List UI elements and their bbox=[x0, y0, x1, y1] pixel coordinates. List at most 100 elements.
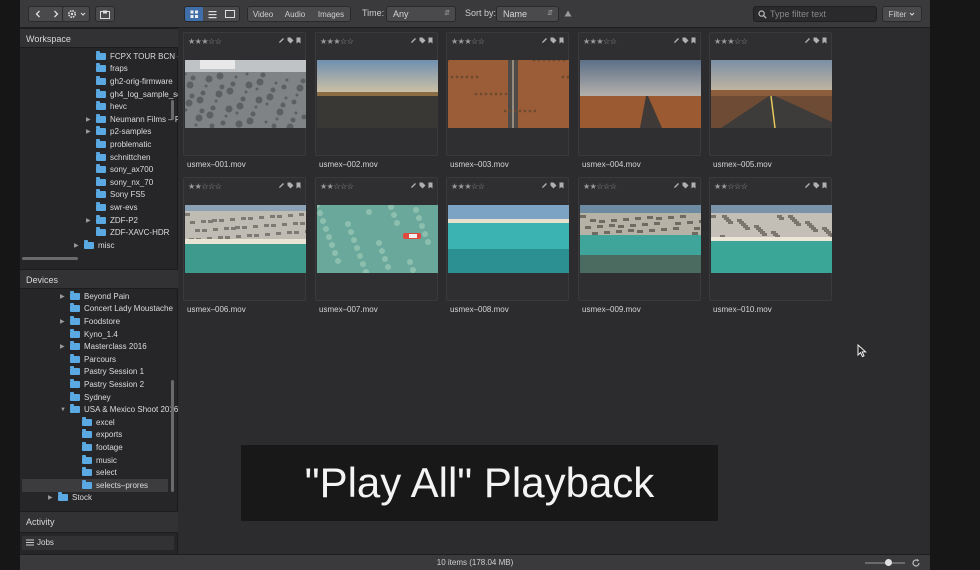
devices-scrollbar[interactable] bbox=[171, 380, 174, 492]
disclosure-collapsed-icon[interactable]: ▶ bbox=[86, 128, 96, 135]
time-select[interactable]: Any ⇵ bbox=[386, 6, 456, 22]
marker-icon[interactable] bbox=[822, 37, 827, 44]
sort-direction-icon[interactable] bbox=[564, 10, 572, 17]
pencil-icon[interactable] bbox=[541, 37, 548, 44]
tag-icon[interactable] bbox=[682, 182, 689, 189]
clip-actions[interactable] bbox=[673, 182, 696, 191]
tree-item[interactable]: exports bbox=[72, 429, 122, 442]
clip-card[interactable]: ★★★☆☆ bbox=[183, 32, 307, 156]
clip-thumbnail[interactable] bbox=[580, 60, 701, 128]
clip-actions[interactable] bbox=[278, 182, 301, 191]
star-rating[interactable]: ★★☆☆☆ bbox=[188, 182, 222, 191]
marker-icon[interactable] bbox=[559, 182, 564, 189]
marker-icon[interactable] bbox=[691, 182, 696, 189]
star-rating[interactable]: ★★☆☆☆ bbox=[583, 182, 617, 191]
clip-thumbnail[interactable] bbox=[446, 58, 570, 128]
tag-icon[interactable] bbox=[813, 182, 820, 189]
star-rating[interactable]: ★★★☆☆ bbox=[188, 37, 222, 46]
tree-item[interactable]: Pastry Session 1 bbox=[60, 366, 144, 379]
search-input[interactable]: Type filter text bbox=[753, 6, 877, 22]
clip-actions[interactable] bbox=[410, 37, 433, 46]
disclosure-collapsed-icon[interactable]: ▶ bbox=[86, 217, 96, 224]
clip-actions[interactable] bbox=[410, 182, 433, 191]
tree-item[interactable]: Pastry Session 2 bbox=[60, 378, 144, 391]
thumbnail-size-knob[interactable] bbox=[885, 559, 892, 566]
tag-icon[interactable] bbox=[419, 37, 426, 44]
tree-item[interactable]: ▶ Stock bbox=[48, 492, 92, 505]
tree-item[interactable]: ▶ Beyond Pain bbox=[60, 290, 129, 303]
tag-icon[interactable] bbox=[287, 182, 294, 189]
clip-card[interactable]: ★★☆☆☆ bbox=[578, 177, 705, 301]
marker-icon[interactable] bbox=[296, 182, 301, 189]
workspace-scrollbar[interactable] bbox=[171, 100, 174, 120]
clip-actions[interactable] bbox=[804, 37, 827, 46]
tree-item[interactable]: schnittchen bbox=[86, 151, 150, 164]
clip-thumbnail[interactable] bbox=[317, 60, 438, 128]
clip-card[interactable]: ★★★☆☆ bbox=[709, 32, 832, 156]
tree-item[interactable]: gh4_log_sample_se bbox=[86, 88, 178, 101]
clip-card[interactable]: ★★☆☆☆ bbox=[314, 177, 438, 301]
tree-item[interactable]: Sony FS5 bbox=[86, 189, 145, 202]
clip-thumbnail[interactable] bbox=[711, 60, 832, 129]
filter-button[interactable]: Filter bbox=[882, 6, 922, 22]
workspace-header[interactable]: Workspace bbox=[20, 28, 178, 48]
tree-item[interactable]: ▶ Neumann Films – Par bbox=[86, 113, 178, 126]
marker-icon[interactable] bbox=[822, 182, 827, 189]
pencil-icon[interactable] bbox=[410, 182, 417, 189]
tree-item[interactable]: Concert Lady Moustache bbox=[60, 303, 173, 316]
tag-icon[interactable] bbox=[550, 182, 557, 189]
clip-card[interactable]: ★★☆☆☆ bbox=[709, 177, 835, 301]
tree-item[interactable]: Kyno_1.4 bbox=[60, 328, 118, 341]
tree-item[interactable]: footage bbox=[72, 441, 123, 454]
filter-images-button[interactable]: Images bbox=[312, 7, 350, 21]
settings-menu-button[interactable] bbox=[62, 6, 90, 22]
devices-header[interactable]: Devices bbox=[20, 269, 178, 289]
tree-item[interactable]: ▼ USA & Mexico Shoot 2016 bbox=[60, 403, 178, 416]
disclosure-collapsed-icon[interactable]: ▶ bbox=[60, 318, 70, 325]
disclosure-collapsed-icon[interactable]: ▶ bbox=[48, 494, 58, 501]
tag-icon[interactable] bbox=[682, 37, 689, 44]
tree-item[interactable]: select bbox=[72, 466, 117, 479]
clip-card[interactable]: ★★★☆☆ bbox=[315, 32, 438, 156]
marker-icon[interactable] bbox=[296, 37, 301, 44]
marker-icon[interactable] bbox=[691, 37, 696, 44]
clip-thumbnail[interactable] bbox=[314, 202, 438, 275]
clip-thumbnail[interactable] bbox=[580, 205, 705, 273]
jobs-item[interactable]: Jobs bbox=[22, 536, 174, 550]
pencil-icon[interactable] bbox=[804, 37, 811, 44]
sort-select[interactable]: Name ⇵ bbox=[496, 6, 559, 22]
clip-thumbnail[interactable] bbox=[448, 205, 569, 273]
player-view-button[interactable] bbox=[221, 7, 239, 21]
activity-header[interactable]: Activity bbox=[20, 511, 178, 533]
marker-icon[interactable] bbox=[428, 37, 433, 44]
workspace-button[interactable] bbox=[95, 6, 115, 22]
tree-item[interactable]: sony_nx_70 bbox=[86, 176, 153, 189]
tree-item[interactable]: Sydney bbox=[60, 391, 111, 404]
star-rating[interactable]: ★★★☆☆ bbox=[320, 37, 354, 46]
disclosure-expanded-icon[interactable]: ▼ bbox=[60, 407, 70, 413]
clip-actions[interactable] bbox=[541, 182, 564, 191]
tree-item[interactable]: sony_ax700 bbox=[86, 163, 153, 176]
back-button[interactable] bbox=[29, 7, 47, 21]
tree-item[interactable]: ZDF-XAVC-HDR bbox=[86, 226, 169, 239]
tree-item[interactable]: Parcours bbox=[60, 353, 116, 366]
pencil-icon[interactable] bbox=[410, 37, 417, 44]
tree-item[interactable]: ▶ misc bbox=[74, 239, 114, 252]
tag-icon[interactable] bbox=[287, 37, 294, 44]
disclosure-collapsed-icon[interactable]: ▶ bbox=[86, 116, 96, 123]
clip-thumbnail[interactable] bbox=[185, 205, 310, 273]
clip-card[interactable]: ★★☆☆☆ bbox=[183, 177, 310, 301]
tag-icon[interactable] bbox=[813, 37, 820, 44]
marker-icon[interactable] bbox=[428, 182, 433, 189]
clip-actions[interactable] bbox=[804, 182, 827, 191]
tag-icon[interactable] bbox=[550, 37, 557, 44]
star-rating[interactable]: ★★☆☆☆ bbox=[320, 182, 354, 191]
disclosure-collapsed-icon[interactable]: ▶ bbox=[74, 242, 84, 249]
workspace-hscrollbar[interactable] bbox=[22, 257, 78, 260]
pencil-icon[interactable] bbox=[278, 37, 285, 44]
clip-thumbnail[interactable] bbox=[711, 205, 835, 273]
tree-item[interactable]: swr-evs bbox=[86, 201, 138, 214]
refresh-icon[interactable] bbox=[911, 558, 921, 568]
tree-item[interactable]: music bbox=[72, 454, 117, 467]
tree-item[interactable]: gh2-orig-firmware bbox=[86, 75, 173, 88]
